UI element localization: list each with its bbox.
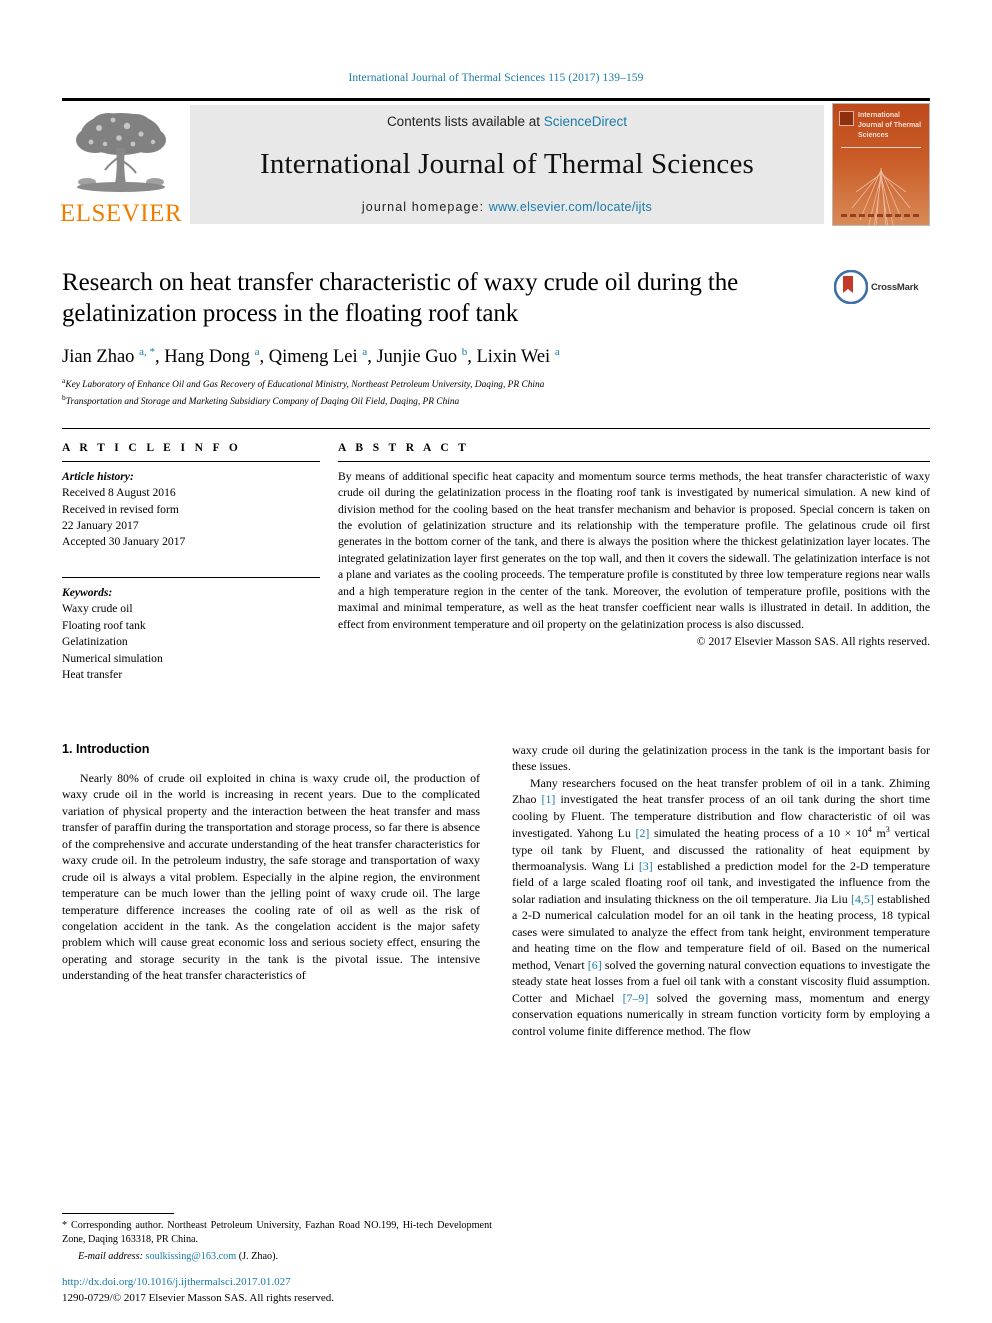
affiliation-item: aKey Laboratory of Enhance Oil and Gas R…: [62, 376, 820, 393]
keywords-group: Keywords: Waxy crude oil Floating roof t…: [62, 585, 320, 684]
keyword-item: Waxy crude oil: [62, 602, 133, 616]
contents-available-line: Contents lists available at ScienceDirec…: [387, 114, 627, 129]
abstract-heading: A B S T R A C T: [338, 441, 470, 454]
history-line: 22 January 2017: [62, 519, 139, 533]
author-list: Jian Zhao a, *, Hang Dong a, Qimeng Lei …: [62, 346, 820, 368]
doi-link[interactable]: http://dx.doi.org/10.1016/j.ijthermalsci…: [62, 1275, 334, 1291]
superscript: 3: [885, 825, 890, 835]
author-name: Jian Zhao: [62, 347, 140, 368]
journal-title: International Journal of Thermal Science…: [259, 148, 755, 180]
cover-square-icon: [839, 111, 854, 126]
article-history-group: Article history: Received 8 August 2016 …: [62, 469, 320, 551]
journal-cover-thumbnail: International Journal of Thermal Science…: [832, 103, 930, 226]
author-name: Junjie Guo: [376, 347, 462, 368]
intro-paragraph-left: Nearly 80% of crude oil exploited in chi…: [62, 770, 480, 983]
contents-prefix: Contents lists available at: [386, 114, 544, 129]
homepage-label: journal homepage:: [361, 200, 485, 214]
title-left: Research on heat transfer characteristic…: [62, 268, 834, 410]
abstract-column: A B S T R A C T By means of additional s…: [338, 442, 930, 684]
history-line: Received 8 August 2016: [62, 486, 176, 500]
author-separator: ,: [259, 347, 269, 368]
author-affiliation-mark: a: [554, 346, 560, 358]
running-head: International Journal of Thermal Science…: [348, 72, 644, 84]
masthead-center: Contents lists available at ScienceDirec…: [190, 105, 824, 224]
abstract-copyright: © 2017 Elsevier Masson SAS. All rights r…: [696, 635, 930, 649]
cover-footer-bar: [841, 214, 921, 217]
page-title: Research on heat transfer characteristic…: [62, 269, 739, 327]
article-info-heading: A R T I C L E I N F O: [62, 441, 242, 454]
footnote-rule: [62, 1212, 174, 1214]
history-line: Accepted 30 January 2017: [62, 535, 186, 549]
crossmark-icon: [834, 270, 868, 304]
elsevier-wordmark: ELSEVIER: [59, 200, 183, 227]
citation-link[interactable]: [2]: [635, 826, 649, 840]
keywords-label: Keywords:: [62, 585, 113, 599]
keywords-rule: [62, 576, 320, 578]
journal-homepage-line: journal homepage: www.elsevier.com/locat…: [362, 200, 652, 214]
citation-link[interactable]: [7–9]: [623, 991, 649, 1005]
article-info-column: A R T I C L E I N F O Article history: R…: [62, 442, 338, 684]
superscript: 4: [867, 825, 872, 835]
homepage-url-link[interactable]: www.elsevier.com/locate/ijts: [489, 200, 652, 214]
affiliation-item: bTransportation and Storage and Marketin…: [62, 393, 820, 410]
citation-link[interactable]: [4,5]: [851, 892, 874, 906]
elsevier-logo: ELSEVIER: [59, 101, 183, 228]
email-suffix: (J. Zhao).: [238, 1251, 279, 1263]
issn-copyright-line: 1290-0729/© 2017 Elsevier Masson SAS. Al…: [62, 1292, 335, 1305]
author-affiliation-mark: a, *: [139, 346, 155, 358]
crossmark-badge[interactable]: CrossMark: [834, 268, 930, 304]
footnote-area: * Corresponding author. Northeast Petrol…: [62, 1212, 492, 1265]
article-info-rule: [62, 460, 320, 462]
journal-masthead: ELSEVIER Contents lists available at Sci…: [59, 98, 930, 228]
author-separator: ,: [467, 347, 477, 368]
body-column-left: 1. Introduction Nearly 80% of crude oil …: [62, 742, 480, 1040]
doi-block: http://dx.doi.org/10.1016/j.ijthermalsci…: [62, 1275, 334, 1307]
keyword-item: Heat transfer: [62, 668, 123, 682]
citation-link[interactable]: [3]: [639, 859, 653, 873]
author-name: Lixin Wei: [476, 347, 555, 368]
author-name: Hang Dong: [164, 347, 255, 368]
cover-divider: [841, 147, 921, 149]
body-column-right: waxy crude oil during the gelatinization…: [512, 742, 930, 1040]
intro-paragraph-right-1: waxy crude oil during the gelatinization…: [512, 742, 930, 774]
cover-title-text: International Journal of Thermal Science…: [858, 112, 922, 140]
email-label: E-mail address:: [78, 1251, 143, 1263]
cover-header: International Journal of Thermal Science…: [833, 104, 929, 141]
abstract-rule: [338, 460, 930, 462]
info-abstract-section: A R T I C L E I N F O Article history: R…: [62, 427, 930, 684]
intro-paragraph-right-2: Many researchers focused on the heat tra…: [512, 775, 930, 1038]
title-block: Research on heat transfer characteristic…: [62, 268, 930, 410]
crossmark-label: CrossMark: [871, 281, 919, 293]
section-heading-introduction: 1. Introduction: [62, 741, 150, 756]
affiliation-text: Transportation and Storage and Marketing…: [65, 397, 460, 408]
author-separator: ,: [154, 347, 165, 368]
elsevier-tree-icon: [76, 113, 166, 192]
email-link[interactable]: soulkissing@163.com: [146, 1251, 237, 1262]
affiliation-text: Key Laboratory of Enhance Oil and Gas Re…: [65, 380, 545, 391]
paper-page: International Journal of Thermal Science…: [0, 0, 992, 1323]
sciencedirect-link[interactable]: ScienceDirect: [544, 114, 627, 129]
body-columns: 1. Introduction Nearly 80% of crude oil …: [62, 742, 930, 1040]
citation-link[interactable]: [6]: [588, 958, 602, 972]
article-history-label: Article history:: [62, 469, 134, 483]
author-name: Qimeng Lei: [268, 347, 363, 368]
abstract-text: By means of additional specific heat cap…: [338, 469, 930, 631]
corresponding-author-note: * Corresponding author. Northeast Petrol…: [62, 1219, 492, 1246]
keyword-item: Gelatinization: [62, 635, 128, 649]
email-note: E-mail address: soulkissing@163.com (J. …: [62, 1250, 492, 1265]
keyword-item: Numerical simulation: [62, 651, 163, 665]
citation-link[interactable]: [1]: [542, 792, 556, 806]
history-line: Received in revised form: [62, 502, 179, 516]
keyword-item: Floating roof tank: [62, 618, 146, 632]
affiliation-list: aKey Laboratory of Enhance Oil and Gas R…: [62, 376, 820, 410]
